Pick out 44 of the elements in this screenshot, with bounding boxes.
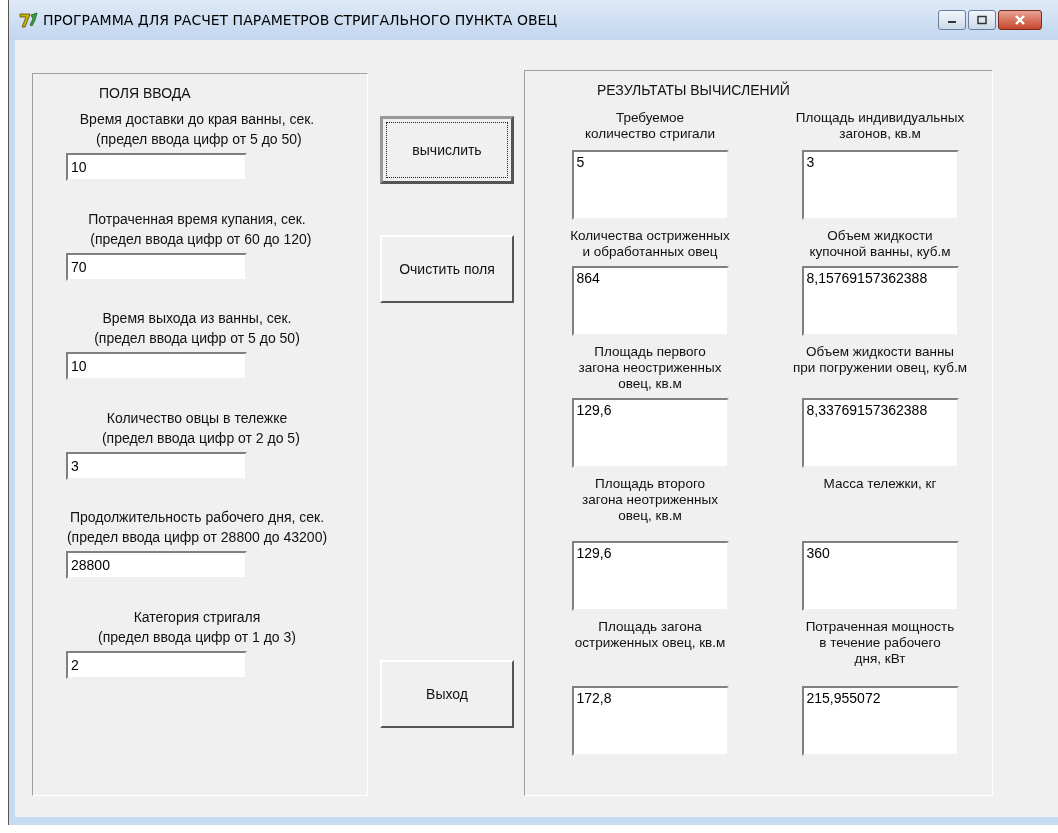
result-field[interactable]: 360 — [801, 541, 959, 611]
result-field[interactable]: 3 — [801, 150, 959, 220]
result-label: Объем жидкости ванны при погружении овец, куб.м — [793, 344, 967, 376]
field-label: Продолжительность рабочего дня, сек. (предел ввода цифр от 28800 до 43200) — [65, 508, 329, 547]
result-field[interactable]: 8,15769157362388 — [801, 266, 959, 336]
result-label: Объем жидкости купочной ванны, куб.м — [809, 228, 951, 260]
result-label: Площадь индивидуальных загонов, кв.м — [795, 110, 965, 142]
input-field[interactable]: 3 — [66, 451, 247, 480]
result-label: Площадь второго загона неотриженных овец, кв.м — [582, 476, 718, 524]
panel-title: ПОЛЯ ВВОДА — [98, 84, 192, 103]
result-label: Потраченная мощность в течение рабочего дня, кВт — [805, 619, 955, 667]
action-button[interactable]: Выход — [380, 660, 514, 728]
field-label: Потраченная время купания, сек. (предел ввода цифр от 60 до 120) — [87, 209, 313, 249]
input-field[interactable]: 10 — [66, 153, 247, 181]
result-label: Масса тележки, кг — [823, 476, 937, 492]
panel-title: РЕЗУЛЬТАТЫ ВЫЧИСЛЕНИЙ — [596, 80, 791, 100]
input-field[interactable]: 2 — [66, 650, 247, 679]
minimize-button[interactable] — [938, 10, 966, 30]
result-field[interactable]: 215,955072 — [801, 686, 959, 756]
result-field[interactable]: 129,6 — [571, 398, 729, 468]
result-label: Площадь загона остриженных овец, кв.м — [574, 619, 726, 651]
app-icon — [19, 12, 39, 28]
maximize-icon — [976, 15, 988, 25]
action-button[interactable]: вычислить — [380, 116, 514, 184]
input-field[interactable]: 70 — [66, 252, 247, 281]
close-icon — [1013, 14, 1027, 26]
result-label: Количества остриженных и обработанных овец — [570, 228, 730, 260]
field-label: Время доставки до края ванны, сек. (предел ввода цифр от 5 до 50) — [78, 110, 316, 149]
field-label: Время выхода из ванны, сек. (предел ввода цифр от 5 до 50) — [93, 309, 301, 348]
close-button[interactable] — [998, 10, 1042, 30]
field-label: Количество овцы в тележке (предел ввода цифр от 2 до 5) — [100, 408, 301, 448]
maximize-button[interactable] — [968, 10, 996, 30]
result-field[interactable]: 172,8 — [571, 686, 729, 756]
result-field[interactable]: 864 — [571, 266, 729, 336]
input-field[interactable]: 10 — [66, 352, 247, 380]
result-label: Площадь первого загона неостриженных овец, кв.м — [578, 344, 722, 392]
input-field[interactable]: 28800 — [66, 551, 247, 579]
result-field[interactable]: 5 — [571, 150, 729, 220]
result-field[interactable]: 129,6 — [571, 541, 729, 611]
result-label: Требуемое количество стригали — [585, 110, 715, 142]
window-title: ПРОГРАММА ДЛЯ РАСЧЕТ ПАРАМЕТРОВ СТРИГАЛЬНОГО ПУНКТА ОВЕЦ — [43, 12, 559, 28]
action-button[interactable]: Очистить поля — [380, 235, 514, 303]
field-label: Категория стригаля (предел ввода цифр от 1 до 3) — [97, 607, 297, 647]
result-field[interactable]: 8,33769157362388 — [801, 398, 959, 468]
